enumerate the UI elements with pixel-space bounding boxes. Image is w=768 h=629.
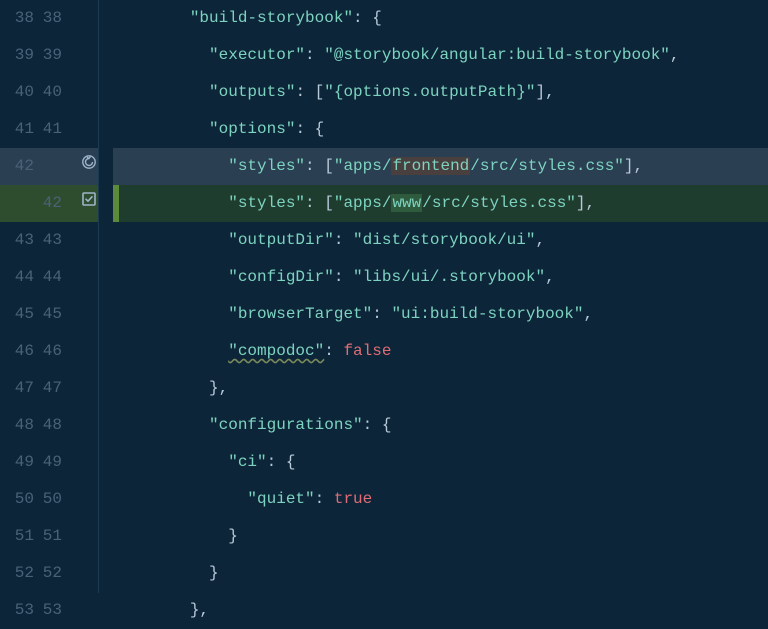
old-line-number: 41 [0, 111, 38, 148]
code-text: }, [113, 601, 209, 619]
added-marker [113, 185, 119, 222]
code-text: "executor": "@storybook/angular:build-st… [113, 46, 680, 64]
old-line-number: 51 [0, 518, 38, 555]
gutter-row: 5252 [0, 555, 98, 592]
gutter-row: 3939 [0, 37, 98, 74]
gutter-row: 4747 [0, 370, 98, 407]
code-text: "browserTarget": "ui:build-storybook", [113, 305, 593, 323]
code-text: "compodoc": false [113, 342, 391, 360]
new-line-number: 48 [38, 407, 66, 444]
old-line-number: 42 [0, 148, 38, 185]
new-line-number: 52 [38, 555, 66, 592]
gutter-row: 4848 [0, 407, 98, 444]
old-line-number: 50 [0, 481, 38, 518]
code-editor[interactable]: 3838393940404141424243434444454546464747… [0, 0, 768, 593]
gutter-row: 4444 [0, 259, 98, 296]
old-line-number: 38 [0, 0, 38, 37]
code-text: "styles": ["apps/www/src/styles.css"], [113, 194, 595, 212]
code-line[interactable]: "ci": { [113, 444, 768, 481]
old-line-number: 39 [0, 37, 38, 74]
new-line-number: 50 [38, 481, 66, 518]
code-line[interactable]: "browserTarget": "ui:build-storybook", [113, 296, 768, 333]
old-line-number: 47 [0, 370, 38, 407]
new-line-number: 53 [38, 592, 66, 629]
new-line-number: 39 [38, 37, 66, 74]
new-line-number: 41 [38, 111, 66, 148]
code-text: "outputs": ["{options.outputPath}"], [113, 83, 555, 101]
gutter-row: 5050 [0, 481, 98, 518]
code-line[interactable]: "build-storybook": { [113, 0, 768, 37]
code-text: "quiet": true [113, 490, 372, 508]
gutter-row: 4040 [0, 74, 98, 111]
new-line-number: 45 [38, 296, 66, 333]
code-content[interactable]: "build-storybook": { "executor": "@story… [98, 0, 768, 593]
code-text: } [113, 564, 219, 582]
gutter-row: 42 [0, 148, 98, 185]
revert-icon[interactable] [80, 153, 98, 171]
new-line-number: 46 [38, 333, 66, 370]
code-text: "options": { [113, 120, 324, 138]
gutter-row: 3838 [0, 0, 98, 37]
code-line[interactable]: } [113, 555, 768, 592]
new-line-number: 38 [38, 0, 66, 37]
old-line-number: 46 [0, 333, 38, 370]
old-line-number: 43 [0, 222, 38, 259]
code-text: "build-storybook": { [113, 9, 382, 27]
code-line[interactable]: }, [113, 592, 768, 629]
new-line-number: 51 [38, 518, 66, 555]
old-line-number: 45 [0, 296, 38, 333]
code-line[interactable]: "options": { [113, 111, 768, 148]
code-line[interactable]: "styles": ["apps/www/src/styles.css"], [113, 185, 768, 222]
code-text: } [113, 527, 238, 545]
code-line[interactable]: "executor": "@storybook/angular:build-st… [113, 37, 768, 74]
gutter-row: 4646 [0, 333, 98, 370]
old-line-number: 52 [0, 555, 38, 592]
new-line-number: 44 [38, 259, 66, 296]
code-text: }, [113, 379, 228, 397]
code-line[interactable]: "outputDir": "dist/storybook/ui", [113, 222, 768, 259]
code-line[interactable]: }, [113, 370, 768, 407]
gutter-row: 4545 [0, 296, 98, 333]
old-line-number: 40 [0, 74, 38, 111]
code-text: "configurations": { [113, 416, 391, 434]
gutter-row: 42 [0, 185, 98, 222]
gutter-row: 4141 [0, 111, 98, 148]
code-line[interactable]: "configurations": { [113, 407, 768, 444]
old-line-number: 49 [0, 444, 38, 481]
code-text: "configDir": "libs/ui/.storybook", [113, 268, 555, 286]
gutter-row: 4949 [0, 444, 98, 481]
new-line-number: 42 [38, 185, 66, 222]
gutter-row: 5151 [0, 518, 98, 555]
code-line[interactable]: "outputs": ["{options.outputPath}"], [113, 74, 768, 111]
new-line-number: 43 [38, 222, 66, 259]
code-line[interactable]: } [113, 518, 768, 555]
code-line[interactable]: "configDir": "libs/ui/.storybook", [113, 259, 768, 296]
old-line-number: 53 [0, 592, 38, 629]
old-line-number: 44 [0, 259, 38, 296]
accept-icon[interactable] [80, 190, 98, 208]
new-line-number: 40 [38, 74, 66, 111]
code-text: "outputDir": "dist/storybook/ui", [113, 231, 545, 249]
new-line-number: 49 [38, 444, 66, 481]
gutter-row: 4343 [0, 222, 98, 259]
code-line[interactable]: "styles": ["apps/frontend/src/styles.css… [113, 148, 768, 185]
gutter-row: 5353 [0, 592, 98, 629]
code-line[interactable]: "compodoc": false [113, 333, 768, 370]
new-line-number: 47 [38, 370, 66, 407]
old-line-number: 48 [0, 407, 38, 444]
code-text: "ci": { [113, 453, 295, 471]
line-gutter: 3838393940404141424243434444454546464747… [0, 0, 98, 593]
code-line[interactable]: "quiet": true [113, 481, 768, 518]
code-text: "styles": ["apps/frontend/src/styles.css… [113, 157, 643, 175]
